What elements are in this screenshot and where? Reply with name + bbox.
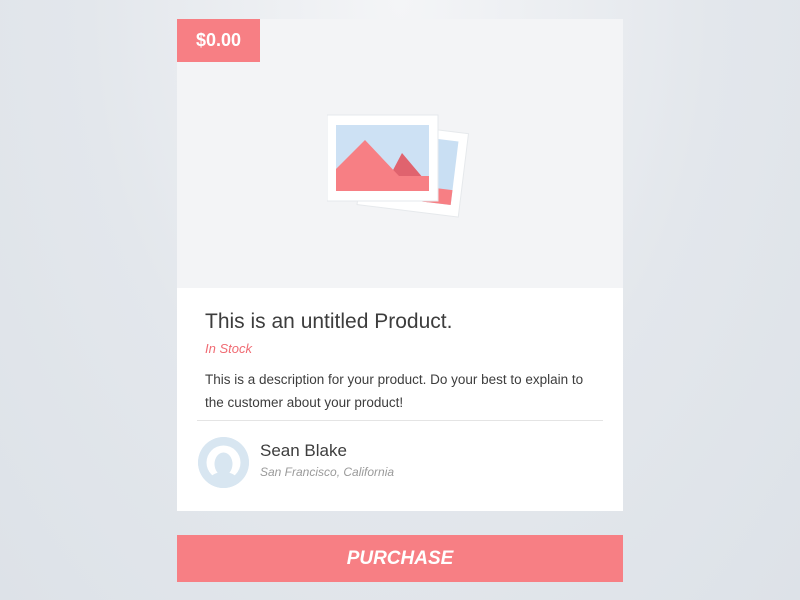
divider xyxy=(197,420,603,421)
product-title: This is an untitled Product. xyxy=(205,310,453,333)
author-location: San Francisco, California xyxy=(260,465,395,479)
price-badge: $0.00 xyxy=(177,19,260,62)
author-name: Sean Blake xyxy=(260,441,347,460)
product-card: $0.00 This is an untitled Product. In St… xyxy=(177,19,623,511)
purchase-button[interactable]: PURCHASE xyxy=(177,535,623,582)
stock-status: In Stock xyxy=(205,341,252,356)
product-image-area: $0.00 xyxy=(177,19,623,288)
photo-placeholder-icon xyxy=(327,114,470,218)
product-description: This is a description for your product. … xyxy=(205,372,584,410)
user-avatar-icon xyxy=(198,437,249,488)
